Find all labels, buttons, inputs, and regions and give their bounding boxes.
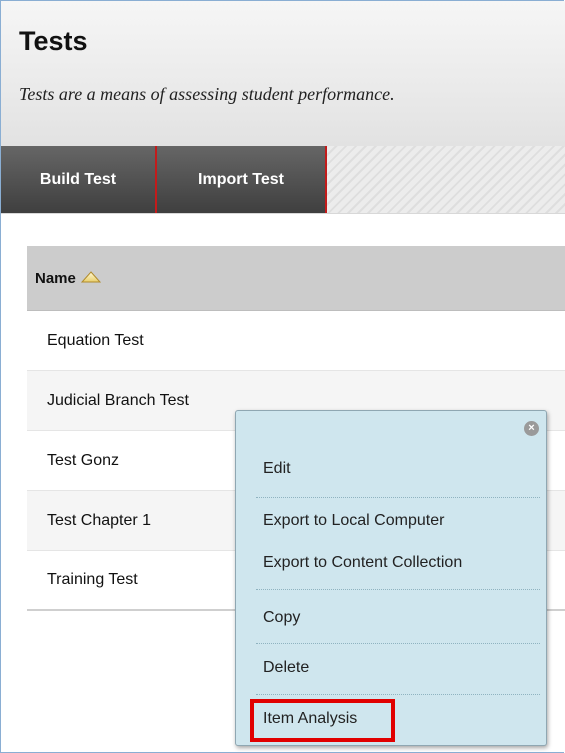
test-name-link[interactable]: Test Gonz [47, 452, 119, 470]
test-name-link[interactable]: Equation Test [47, 332, 144, 350]
name-column-header[interactable]: Name [35, 270, 101, 287]
close-icon[interactable]: × [524, 421, 539, 436]
action-bar: Build Test Import Test [1, 146, 565, 214]
page-title: Tests [19, 26, 88, 56]
item-analysis-highlight [250, 699, 395, 742]
page-header: Tests Tests are a means of assessing stu… [1, 1, 565, 147]
test-name-link[interactable]: Judicial Branch Test [47, 392, 189, 410]
context-menu: × Edit Export to Local Computer Export t… [235, 410, 547, 746]
import-test-button[interactable]: Import Test [157, 146, 327, 213]
test-name-link[interactable]: Training Test [47, 571, 138, 589]
build-test-button[interactable]: Build Test [1, 146, 157, 213]
test-name-link[interactable]: Test Chapter 1 [47, 512, 151, 530]
menu-separator [256, 694, 540, 695]
page-description: Tests are a means of assessing student p… [19, 84, 395, 104]
menu-item-delete[interactable]: Delete [236, 659, 546, 677]
menu-item-export-local[interactable]: Export to Local Computer [236, 512, 546, 530]
menu-separator [256, 497, 540, 498]
table-header: Name [27, 246, 565, 311]
table-row[interactable]: Equation Test [27, 311, 565, 371]
menu-separator [256, 643, 540, 644]
menu-item-export-content-collection[interactable]: Export to Content Collection [236, 554, 546, 572]
menu-item-edit[interactable]: Edit [236, 460, 546, 478]
name-column-label: Name [35, 269, 76, 287]
menu-separator [256, 589, 540, 590]
sort-ascending-icon [80, 270, 101, 287]
menu-item-copy[interactable]: Copy [236, 609, 546, 627]
